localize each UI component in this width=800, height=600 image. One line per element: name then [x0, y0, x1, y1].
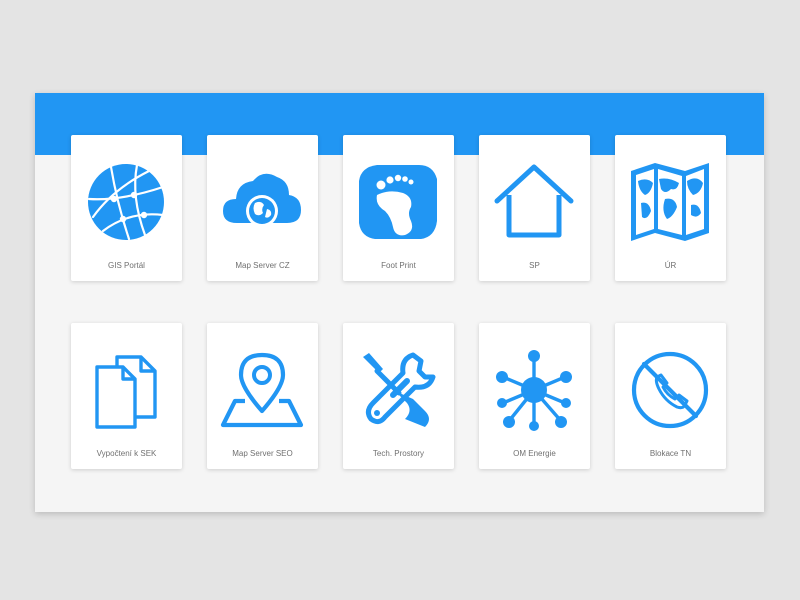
tile-label: Tech. Prostory [372, 449, 425, 458]
tile-label: SP [529, 261, 540, 270]
tile-label: Map Server CZ [235, 261, 290, 270]
tile-sp[interactable]: SP [479, 135, 590, 281]
network-hub-icon [491, 347, 577, 433]
tile-label: Vypočtení k SEK [96, 449, 157, 458]
tile-label: GIS Portál [108, 261, 145, 270]
tile-blokace-tn[interactable]: Blokace TN [615, 323, 726, 469]
tile-om-energie[interactable]: OM Energie [479, 323, 590, 469]
tools-icon [355, 347, 441, 433]
footprint-icon [355, 159, 441, 245]
home-icon [491, 159, 577, 245]
tile-tech-prostory[interactable]: Tech. Prostory [343, 323, 454, 469]
blocked-phone-icon [627, 347, 713, 433]
tile-label: OM Energie [513, 449, 556, 458]
app-launcher-panel: GIS Portál Map Server CZ Foot Print SP Ú… [35, 93, 764, 512]
globe-network-icon [83, 159, 169, 245]
tile-ur[interactable]: ÚR [615, 135, 726, 281]
tile-label: ÚR [664, 261, 677, 270]
cloud-globe-icon [219, 159, 305, 245]
tile-map-server-cz[interactable]: Map Server CZ [207, 135, 318, 281]
tile-foot-print[interactable]: Foot Print [343, 135, 454, 281]
tile-gis-portal[interactable]: GIS Portál [71, 135, 182, 281]
documents-icon [83, 347, 169, 433]
tile-label: Map Server SEO [232, 449, 293, 458]
tile-vypocteni-k-sek[interactable]: Vypočtení k SEK [71, 323, 182, 469]
map-pin-icon [219, 347, 305, 433]
tile-map-server-seo[interactable]: Map Server SEO [207, 323, 318, 469]
tile-label: Foot Print [381, 261, 416, 270]
world-map-icon [627, 159, 713, 245]
tile-label: Blokace TN [649, 449, 692, 458]
